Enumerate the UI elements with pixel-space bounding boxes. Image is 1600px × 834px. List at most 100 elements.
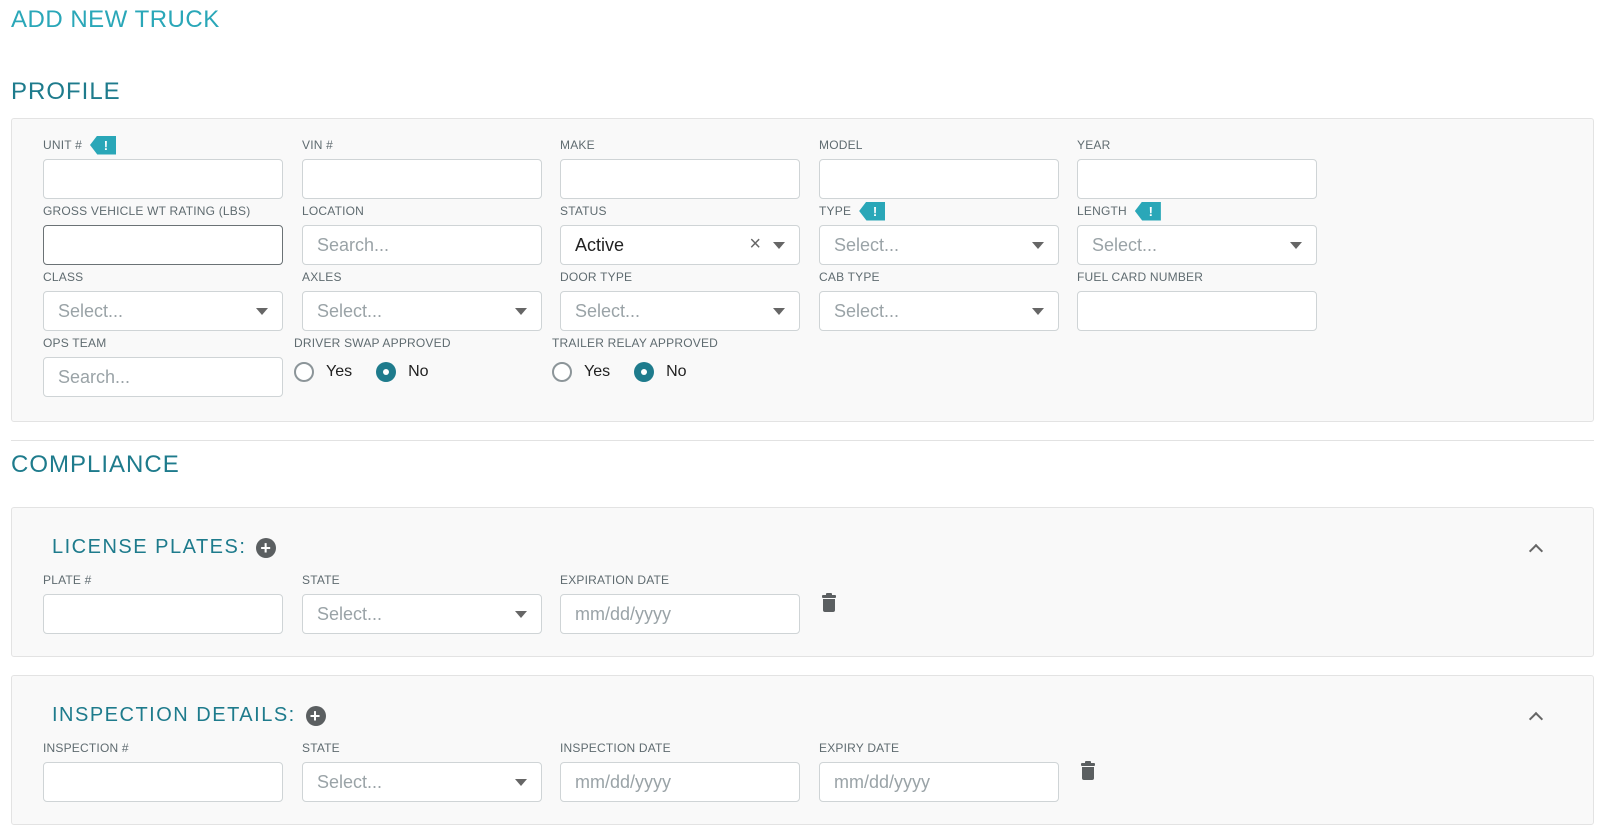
unit-field: UNIT # ! xyxy=(43,135,283,199)
cab-type-label: CAB TYPE xyxy=(819,270,880,284)
class-field: CLASS Select... xyxy=(43,268,283,331)
door-type-field: DOOR TYPE Select... xyxy=(560,268,800,331)
driver-swap-yes-label: Yes xyxy=(326,363,353,380)
class-select[interactable]: Select... xyxy=(43,291,283,331)
model-input[interactable] xyxy=(819,159,1059,199)
caret-down-icon[interactable] xyxy=(1290,242,1302,249)
inspection-details-title: INSPECTION DETAILS: xyxy=(52,704,296,726)
inspection-date-input[interactable]: mm/dd/yyyy xyxy=(560,762,800,802)
type-field: TYPE ! Select... xyxy=(819,201,1059,265)
inspection-details-panel: INSPECTION DETAILS: + INSPECTION # STATE… xyxy=(11,675,1594,825)
make-field: MAKE xyxy=(560,136,800,199)
length-placeholder: Select... xyxy=(1092,234,1158,255)
unit-label: UNIT # xyxy=(43,138,82,152)
driver-swap-radio-group: Yes No xyxy=(294,358,534,386)
driver-swap-no-label: No xyxy=(408,363,429,380)
unit-input[interactable] xyxy=(43,159,283,199)
radio-unchecked-icon[interactable] xyxy=(552,362,572,382)
caret-down-icon[interactable] xyxy=(1032,242,1044,249)
trailer-relay-no-label: No xyxy=(666,363,687,380)
axles-select[interactable]: Select... xyxy=(302,291,542,331)
plate-input[interactable] xyxy=(43,594,283,634)
ops-team-search-input[interactable]: Search... xyxy=(43,357,283,397)
delete-plate-trash-icon[interactable] xyxy=(822,593,836,612)
delete-inspection-trash-icon[interactable] xyxy=(1081,761,1095,780)
inspection-date-field: INSPECTION DATE mm/dd/yyyy xyxy=(560,739,800,802)
collapse-license-plates-chevron-up-icon[interactable] xyxy=(1528,543,1544,559)
inspection-date-label: INSPECTION DATE xyxy=(560,741,671,755)
cab-type-select[interactable]: Select... xyxy=(819,291,1059,331)
expiry-date-field: EXPIRY DATE mm/dd/yyyy xyxy=(819,739,1059,802)
close-icon[interactable]: × xyxy=(749,234,761,254)
caret-down-icon[interactable] xyxy=(515,308,527,315)
caret-down-icon[interactable] xyxy=(1032,308,1044,315)
location-search-input[interactable]: Search... xyxy=(302,225,542,265)
plate-state-select[interactable]: Select... xyxy=(302,594,542,634)
radio-unchecked-icon[interactable] xyxy=(294,362,314,382)
door-type-select[interactable]: Select... xyxy=(560,291,800,331)
make-input[interactable] xyxy=(560,159,800,199)
door-type-placeholder: Select... xyxy=(575,300,641,321)
axles-field: AXLES Select... xyxy=(302,268,542,331)
caret-down-icon[interactable] xyxy=(773,308,785,315)
collapse-inspection-chevron-up-icon[interactable] xyxy=(1528,711,1544,727)
year-input[interactable] xyxy=(1077,159,1317,199)
plate-state-field: STATE Select... xyxy=(302,571,542,634)
type-label: TYPE xyxy=(819,204,852,218)
year-label: YEAR xyxy=(1077,138,1111,152)
gvwr-label: GROSS VEHICLE WT RATING (LBS) xyxy=(43,204,251,218)
model-label: MODEL xyxy=(819,138,863,152)
trailer-relay-yes-label: Yes xyxy=(584,363,611,380)
inspection-state-field: STATE Select... xyxy=(302,739,542,802)
driver-swap-yes-radio[interactable]: Yes xyxy=(294,362,352,382)
driver-swap-field: DRIVER SWAP APPROVED Yes No xyxy=(294,334,534,386)
ops-team-label: OPS TEAM xyxy=(43,336,107,350)
driver-swap-no-radio[interactable]: No xyxy=(376,362,429,382)
location-label: LOCATION xyxy=(302,204,365,218)
trailer-relay-label: TRAILER RELAY APPROVED xyxy=(552,336,719,350)
status-value: Active xyxy=(575,234,625,255)
fuel-card-label: FUEL CARD NUMBER xyxy=(1077,270,1204,284)
add-license-plate-plus-icon[interactable]: + xyxy=(256,537,277,558)
status-label: STATUS xyxy=(560,204,607,218)
inspection-state-label: STATE xyxy=(302,741,340,755)
trailer-relay-radio-group: Yes No xyxy=(552,358,792,386)
inspection-number-input[interactable] xyxy=(43,762,283,802)
inspection-state-select[interactable]: Select... xyxy=(302,762,542,802)
required-tag-icon: ! xyxy=(90,135,116,155)
trailer-relay-yes-radio[interactable]: Yes xyxy=(552,362,610,382)
class-label: CLASS xyxy=(43,270,84,284)
vin-input[interactable] xyxy=(302,159,542,199)
inspection-state-placeholder: Select... xyxy=(317,771,383,792)
expiry-date-label: EXPIRY DATE xyxy=(819,741,900,755)
caret-down-icon[interactable] xyxy=(256,308,268,315)
inspection-number-label: INSPECTION # xyxy=(43,741,129,755)
expiration-date-label: EXPIRATION DATE xyxy=(560,573,670,587)
status-select[interactable]: Active × xyxy=(560,225,800,265)
add-inspection-plus-icon[interactable]: + xyxy=(305,705,326,726)
expiry-date-input[interactable]: mm/dd/yyyy xyxy=(819,762,1059,802)
fuel-card-input[interactable] xyxy=(1077,291,1317,331)
status-field: STATUS Active × xyxy=(560,202,800,265)
radio-checked-icon[interactable] xyxy=(634,362,655,382)
cab-type-field: CAB TYPE Select... xyxy=(819,268,1059,331)
page-title: ADD NEW TRUCK xyxy=(11,6,220,33)
expiration-date-field: EXPIRATION DATE mm/dd/yyyy xyxy=(560,571,800,634)
license-plates-header: LICENSE PLATES: + xyxy=(52,536,277,559)
profile-panel: UNIT # ! VIN # MAKE MODEL YEAR GROSS VEH… xyxy=(11,118,1594,422)
trailer-relay-no-radio[interactable]: No xyxy=(634,362,687,382)
plate-label: PLATE # xyxy=(43,573,92,587)
plate-state-label: STATE xyxy=(302,573,340,587)
caret-down-icon[interactable] xyxy=(515,779,527,786)
radio-checked-icon[interactable] xyxy=(376,362,397,382)
vin-field: VIN # xyxy=(302,136,542,199)
caret-down-icon[interactable] xyxy=(773,242,785,249)
year-field: YEAR xyxy=(1077,136,1317,199)
type-select[interactable]: Select... xyxy=(819,225,1059,265)
compliance-section-title: COMPLIANCE xyxy=(11,451,180,478)
gvwr-input[interactable] xyxy=(43,225,283,265)
trailer-relay-field: TRAILER RELAY APPROVED Yes No xyxy=(552,334,792,386)
expiration-date-input[interactable]: mm/dd/yyyy xyxy=(560,594,800,634)
length-select[interactable]: Select... xyxy=(1077,225,1317,265)
caret-down-icon[interactable] xyxy=(515,611,527,618)
